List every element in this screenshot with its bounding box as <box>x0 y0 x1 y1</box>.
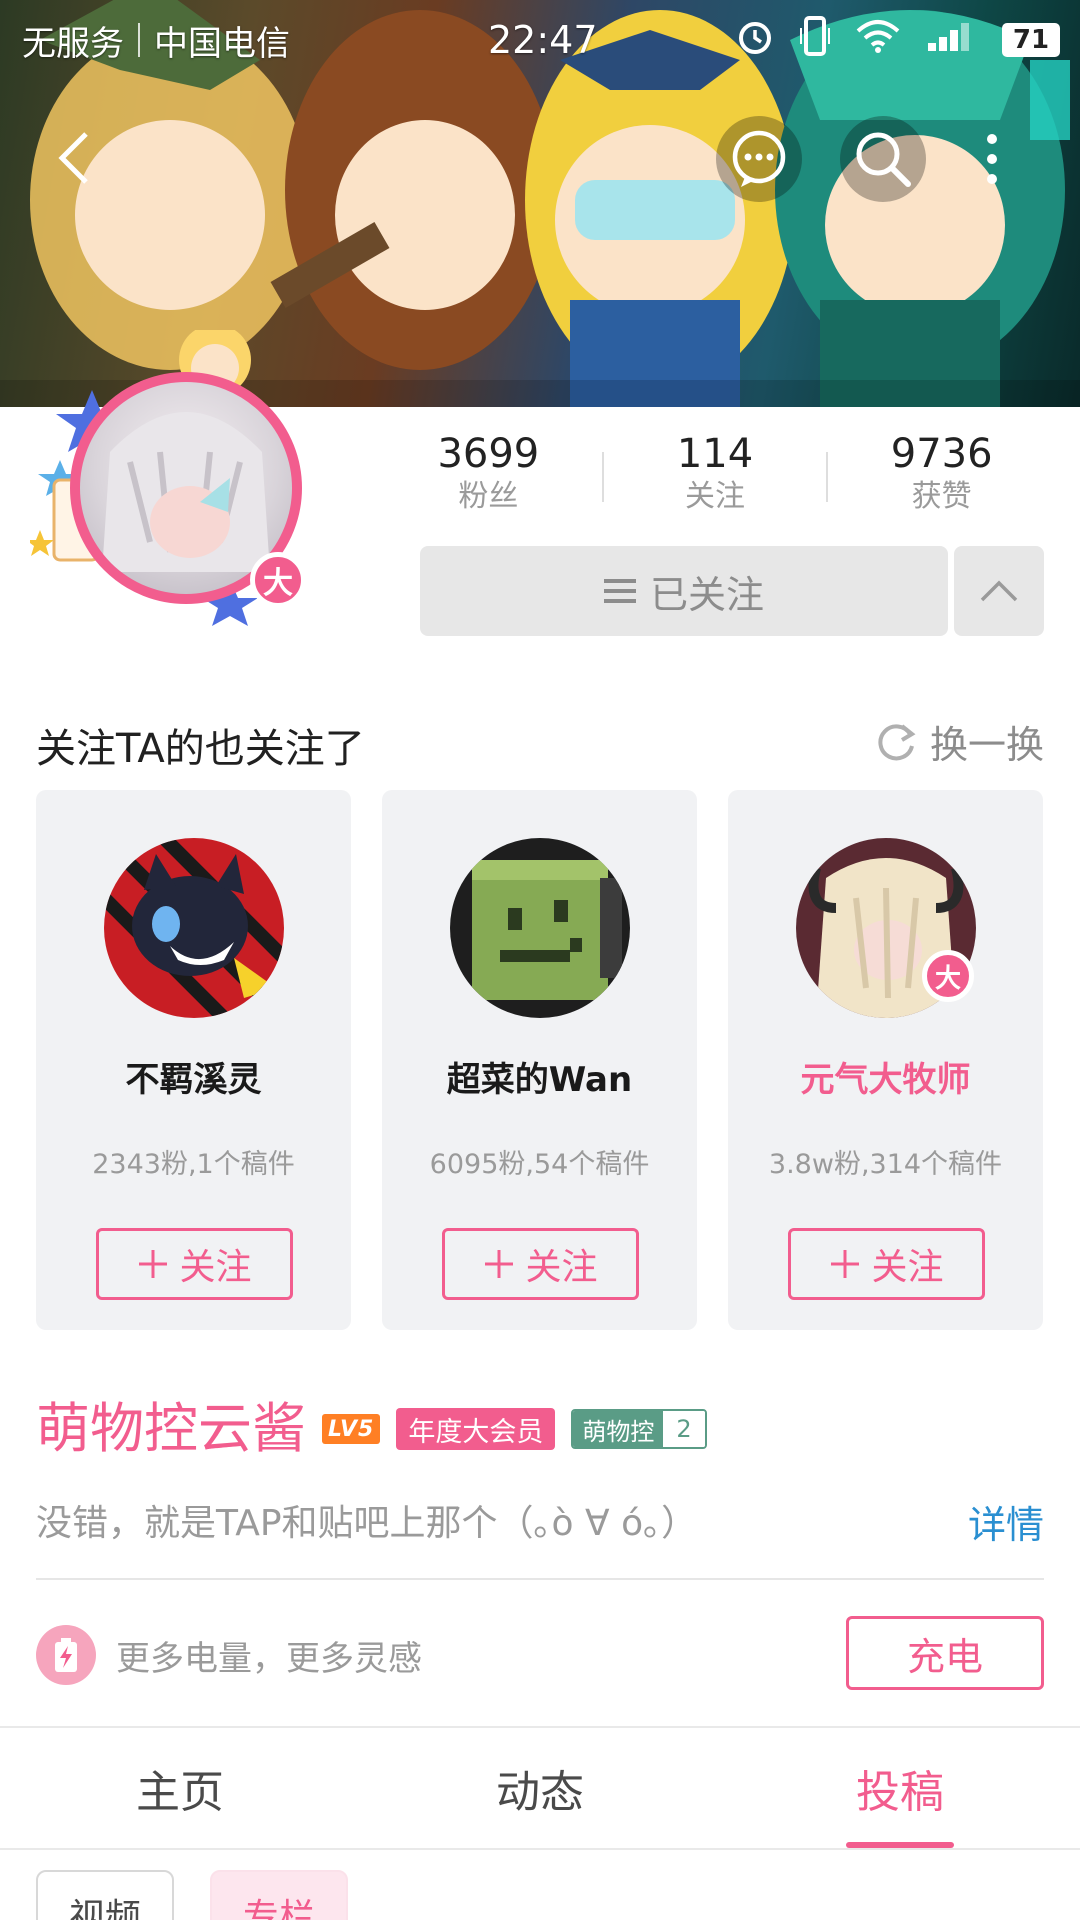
card-stats: 3.8w粉,314个稿件 <box>768 1149 1003 1180</box>
follow-button-label: 关注 <box>871 1247 944 1288</box>
stat-likes-value: 9736 <box>890 431 993 477</box>
back-arrow-icon[interactable] <box>44 128 104 188</box>
recommend-card[interactable]: 超菜的Wan 6095粉,54个稿件 关注 <box>382 790 697 1330</box>
profile-tabs: 主页 动态 投稿 <box>0 1728 1080 1848</box>
refresh-icon <box>878 723 916 760</box>
chat-bubble-icon[interactable] <box>716 116 802 202</box>
card-stats: 6095粉,54个稿件 <box>429 1149 650 1180</box>
battery-icon: 71 <box>1002 23 1060 57</box>
profile-stats: 3699 粉丝 114 关注 9736 获赞 <box>375 430 1055 530</box>
vibrate-icon <box>800 15 830 65</box>
signature: 没错，就是TAP和贴吧上那个（｡ò ∀ ó｡） <box>36 1503 698 1544</box>
fan-medal-name: 萌物控 <box>573 1411 664 1447</box>
expand-recommend-button[interactable] <box>954 546 1044 636</box>
stat-fans[interactable]: 3699 粉丝 <box>375 430 602 530</box>
section-divider <box>36 1578 1044 1580</box>
status-time: 22:47 <box>488 18 598 62</box>
stat-following-label: 关注 <box>685 479 745 514</box>
follow-button[interactable]: 关注 <box>788 1228 985 1300</box>
menu-lines-icon <box>603 579 636 603</box>
fan-medal[interactable]: 萌物控 2 <box>571 1409 707 1449</box>
wifi-icon <box>856 19 900 62</box>
tabs-bottom-divider <box>0 1848 1080 1850</box>
follow-button-label: 关注 <box>525 1247 598 1288</box>
profile-avatar-wrap: 大 <box>30 330 320 630</box>
charge-text: 更多电量，更多灵感 <box>116 1638 422 1679</box>
stat-likes[interactable]: 9736 获赞 <box>828 430 1055 530</box>
card-name[interactable]: 元气大牧师 <box>728 1052 1043 1101</box>
tab-submissions[interactable]: 投稿 <box>720 1728 1080 1848</box>
refresh-button[interactable]: 换一换 <box>874 714 1044 769</box>
more-vertical-icon[interactable] <box>964 116 1020 202</box>
alarm-icon <box>736 17 774 64</box>
stat-likes-label: 获赞 <box>911 479 972 514</box>
follow-button-label: 关注 <box>179 1247 252 1288</box>
card-avatar[interactable] <box>104 838 284 1018</box>
big-member-badge: 大 <box>922 950 974 1002</box>
stat-following[interactable]: 114 关注 <box>601 430 829 530</box>
followed-button-label: 已关注 <box>649 572 764 617</box>
recommend-cards: 不羁溪灵 2343粉,1个稿件 关注 超菜的Wan 6095粉,54个稿件 关注 <box>36 790 1044 1330</box>
tab-dynamic[interactable]: 动态 <box>360 1728 720 1848</box>
big-member-badge: 大 <box>250 552 306 608</box>
carrier-name: 中国电信 <box>154 23 290 64</box>
subtab-video[interactable]: 视频 <box>36 1870 174 1920</box>
chevron-up-icon <box>980 580 1018 602</box>
refresh-label: 换一换 <box>929 723 1044 767</box>
status-bar: 无服务 中国电信 22:47 71 <box>0 0 1080 80</box>
charge-button[interactable]: 充电 <box>846 1616 1044 1690</box>
followed-button[interactable]: 已关注 <box>420 546 948 636</box>
detail-link[interactable]: 详情 <box>968 1494 1044 1549</box>
fan-medal-level: 2 <box>663 1411 705 1447</box>
carrier-no-service: 无服务 <box>22 23 124 64</box>
username-row: 萌物控云酱 LV5 年度大会员 萌物控 2 <box>36 1396 707 1462</box>
recommend-title: 关注TA的也关注了 <box>36 726 365 772</box>
stat-fans-label: 粉丝 <box>458 479 519 514</box>
level-badge: LV5 <box>322 1414 381 1444</box>
card-avatar[interactable] <box>450 838 630 1018</box>
tab-submissions-label: 投稿 <box>856 1767 944 1818</box>
vip-tag[interactable]: 年度大会员 <box>396 1408 556 1450</box>
recommend-card[interactable]: 不羁溪灵 2343粉,1个稿件 关注 <box>36 790 351 1330</box>
tab-home[interactable]: 主页 <box>0 1728 360 1848</box>
follow-button[interactable]: 关注 <box>442 1228 639 1300</box>
stat-fans-value: 3699 <box>437 431 540 477</box>
submission-subtabs: 视频 专栏 <box>36 1870 348 1920</box>
charge-row: 更多电量，更多灵感 充电 <box>36 1616 1044 1694</box>
plus-icon <box>485 1250 514 1278</box>
battery-charge-icon <box>36 1625 96 1685</box>
recommend-card[interactable]: 大 元气大牧师 3.8w粉,314个稿件 关注 <box>728 790 1043 1330</box>
stat-following-value: 114 <box>676 431 754 477</box>
signal-icon <box>926 20 976 60</box>
card-name[interactable]: 超菜的Wan <box>382 1052 697 1101</box>
stat-divider <box>601 452 604 502</box>
status-separator <box>138 23 140 57</box>
search-icon[interactable] <box>840 116 926 202</box>
follow-button[interactable]: 关注 <box>96 1228 293 1300</box>
plus-icon <box>139 1250 168 1278</box>
username: 萌物控云酱 <box>36 1397 306 1460</box>
card-stats: 2343粉,1个稿件 <box>92 1149 295 1180</box>
card-name[interactable]: 不羁溪灵 <box>36 1052 351 1101</box>
plus-icon <box>831 1250 860 1278</box>
subtab-column[interactable]: 专栏 <box>210 1870 348 1920</box>
